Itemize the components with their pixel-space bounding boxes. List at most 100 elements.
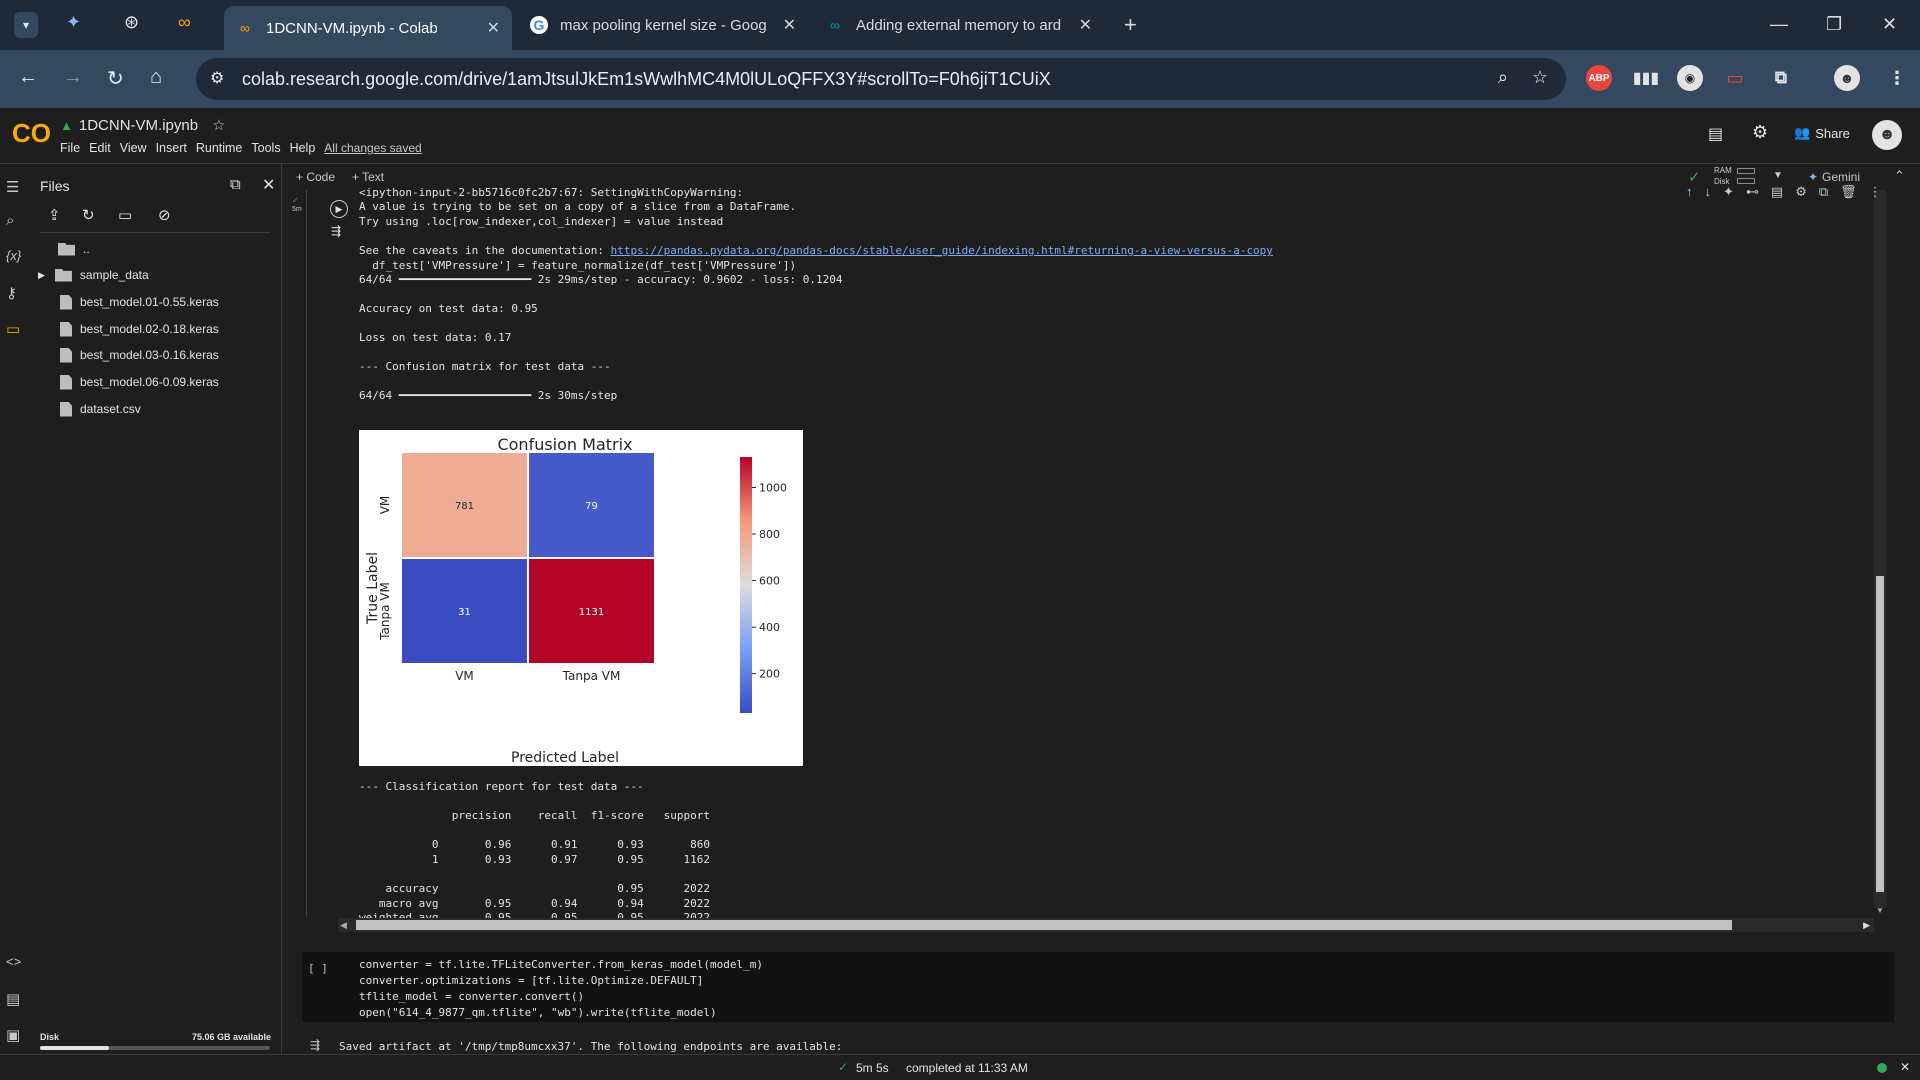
audio-extension-icon[interactable]: ▮▮▮ — [1633, 65, 1659, 91]
cast-icon[interactable]: ▭ — [1722, 65, 1748, 91]
scroll-right-icon[interactable]: ▶ — [1863, 920, 1870, 931]
menu-edit[interactable]: Edit — [89, 141, 111, 155]
code-snippets-icon[interactable]: <> — [6, 954, 21, 969]
code-line[interactable]: tflite_model = converter.convert() — [359, 990, 584, 1005]
colab-logo[interactable]: CO — [12, 118, 51, 149]
runtime-dropdown-icon[interactable]: ▼ — [1773, 170, 1783, 181]
menu-help[interactable]: Help — [290, 141, 316, 155]
close-panel-icon[interactable]: ✕ — [262, 175, 275, 195]
close-icon[interactable]: ✕ — [783, 15, 796, 35]
more-icon[interactable]: ⋮ — [1869, 184, 1882, 200]
horizontal-scrollbar[interactable]: ◀ ▶ — [338, 918, 1874, 932]
menu-tools[interactable]: Tools — [251, 141, 280, 155]
share-button[interactable]: 👥 Share — [1794, 125, 1850, 141]
cell-settings-icon[interactable]: ⚙ — [1795, 184, 1807, 200]
horizontal-scrollbar-thumb[interactable] — [356, 920, 1732, 930]
file-row-parent[interactable]: .. — [58, 238, 90, 260]
menu-file[interactable]: File — [60, 141, 80, 155]
gemini-cell-icon[interactable]: ✦ — [1723, 184, 1734, 200]
restore-icon[interactable]: ❐ — [1826, 14, 1842, 35]
new-window-icon[interactable]: ⧉ — [230, 176, 241, 193]
zoom-icon[interactable]: ⌕ — [1498, 67, 1508, 88]
terminal-icon[interactable]: ▣ — [6, 1026, 20, 1044]
move-down-icon[interactable]: ↓ — [1705, 184, 1712, 200]
toc-icon[interactable]: ☰ — [6, 178, 19, 196]
cell-exec-marker[interactable]: [ ] — [308, 962, 328, 975]
refresh-icon[interactable]: ↻ — [82, 206, 95, 224]
gemini-tab-icon[interactable]: ✦ — [66, 12, 81, 33]
add-code-button[interactable]: + Code — [296, 170, 335, 184]
scroll-left-icon[interactable]: ◀ — [340, 920, 347, 931]
run-cell-button[interactable]: ▶ — [330, 200, 348, 218]
completed-time[interactable]: completed at 11:33 AM — [906, 1061, 1028, 1075]
tab-colab[interactable]: ∞ 1DCNN-VM.ipynb - Colab ✕ — [224, 6, 512, 50]
close-icon[interactable]: ✕ — [1079, 15, 1092, 35]
file-row[interactable]: best_model.06-0.09.keras — [60, 371, 219, 393]
hide-hidden-files-icon[interactable]: ⊘ — [158, 206, 171, 224]
tab-external-memory[interactable]: ∞ Adding external memory to ard ✕ — [814, 8, 1104, 42]
colab-pinned-tab-icon[interactable]: ∞ — [178, 12, 191, 33]
file-row-sample-data[interactable]: ▶ sample_data — [38, 264, 149, 286]
add-text-button[interactable]: + Text — [352, 170, 384, 184]
save-status[interactable]: All changes saved — [324, 141, 421, 155]
mount-drive-icon[interactable]: ▭ — [118, 206, 132, 224]
collapse-icon[interactable]: ⌃ — [1894, 168, 1905, 184]
tab-search-icon[interactable]: ▾ — [14, 12, 38, 38]
adblock-icon[interactable]: ABP — [1586, 65, 1612, 91]
profile-avatar[interactable]: ☻ — [1834, 65, 1860, 91]
code-line[interactable]: converter = tf.lite.TFLiteConverter.from… — [359, 958, 763, 973]
file-row[interactable]: best_model.02-0.18.keras — [60, 318, 219, 340]
extensions-puzzle-icon[interactable]: ⧉ — [1768, 65, 1794, 91]
files-folder-icon[interactable]: ▭ — [6, 320, 20, 338]
output-actions-icon[interactable]: ⇶ — [310, 1038, 320, 1052]
tab-google-search[interactable]: G max pooling kernel size - Goog ✕ — [518, 8, 808, 42]
code-line[interactable]: open("614_4_9877_qm.tflite", "wb").write… — [359, 1006, 717, 1021]
code-line[interactable]: converter.optimizations = [tf.lite.Optim… — [359, 974, 703, 989]
menu-view[interactable]: View — [120, 141, 147, 155]
notebook-title[interactable]: 1DCNN-VM.ipynb — [79, 117, 198, 134]
settings-gear-icon[interactable]: ⚙ — [1752, 122, 1768, 143]
code-cell[interactable]: [ ] converter = tf.lite.TFLiteConverter.… — [302, 952, 1894, 1022]
minimize-icon[interactable]: — — [1770, 14, 1788, 35]
menu-insert[interactable]: Insert — [156, 141, 187, 155]
menu-runtime[interactable]: Runtime — [196, 141, 243, 155]
upload-icon[interactable]: ⇪ — [48, 206, 61, 224]
command-palette-icon[interactable]: ▤ — [6, 990, 20, 1008]
vertical-scrollbar[interactable]: ▼ — [1874, 190, 1886, 915]
search-icon[interactable]: ⌕ — [6, 212, 14, 229]
back-icon[interactable]: ← — [18, 66, 38, 89]
home-icon[interactable]: ⌂ — [150, 66, 162, 89]
site-info-icon[interactable]: ⚙ — [210, 68, 224, 88]
window-close-icon[interactable]: ✕ — [1882, 14, 1897, 35]
extension-face-icon[interactable]: ◉ — [1677, 65, 1703, 91]
comments-icon[interactable]: ▤ — [1708, 124, 1723, 144]
output-actions-icon[interactable]: ⇶ — [331, 224, 341, 238]
scroll-down-icon[interactable]: ▼ — [1876, 906, 1884, 915]
pandas-docs-link[interactable]: https://pandas.pydata.org/pandas-docs/st… — [611, 244, 1273, 257]
forward-icon[interactable]: → — [63, 66, 83, 89]
file-row[interactable]: best_model.01-0.55.keras — [60, 291, 219, 313]
browser-menu-icon[interactable]: ⋮ — [1884, 65, 1910, 91]
new-tab-icon[interactable]: + — [1124, 12, 1137, 38]
file-row[interactable]: best_model.03-0.16.keras — [60, 344, 219, 366]
vertical-scrollbar-thumb[interactable] — [1876, 576, 1884, 892]
close-icon[interactable]: ✕ — [487, 18, 500, 38]
expand-arrow-icon[interactable]: ▶ — [38, 270, 45, 281]
gemini-button[interactable]: Gemini — [1822, 170, 1860, 184]
delete-icon[interactable]: 🗑 — [1840, 184, 1857, 200]
close-status-icon[interactable]: ✕ — [1900, 1060, 1910, 1074]
mirror-cell-icon[interactable]: ⧉ — [1819, 184, 1828, 200]
account-avatar[interactable]: ☻ — [1872, 120, 1902, 150]
link-icon[interactable]: ⊷ — [1746, 184, 1759, 200]
variables-icon[interactable]: {x} — [6, 248, 21, 263]
secrets-key-icon[interactable]: ⚷ — [6, 284, 17, 302]
ram-meter[interactable] — [1737, 168, 1755, 174]
file-row[interactable]: dataset.csv — [60, 398, 141, 420]
chatgpt-tab-icon[interactable]: ⊛ — [124, 12, 139, 33]
bookmark-star-icon[interactable]: ☆ — [1532, 67, 1548, 88]
star-icon[interactable]: ☆ — [212, 116, 225, 134]
move-up-icon[interactable]: ↑ — [1686, 184, 1693, 200]
comment-icon[interactable]: ▤ — [1771, 184, 1783, 200]
url-field[interactable]: ⚙ colab.research.google.com/drive/1amJts… — [196, 58, 1566, 100]
reload-icon[interactable]: ↻ — [107, 66, 124, 91]
